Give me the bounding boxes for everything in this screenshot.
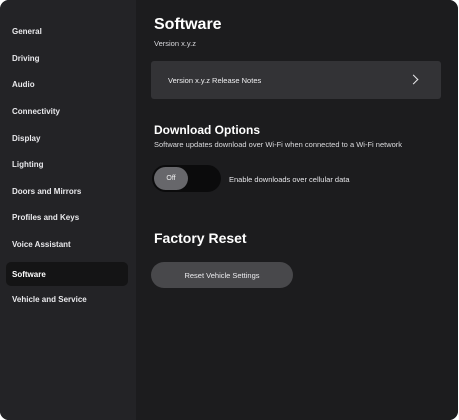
sidebar-item-label: Audio [12, 79, 35, 89]
toggle-knob: Off [154, 167, 188, 190]
sidebar-item-label: Software [12, 269, 46, 279]
sidebar-item-driving[interactable]: Driving [6, 46, 128, 70]
sidebar-item-label: General [12, 26, 42, 36]
sidebar-item-general[interactable]: General [6, 19, 128, 43]
sidebar-item-software[interactable]: Software [6, 262, 128, 286]
sidebar-item-profiles-and-keys[interactable]: Profiles and Keys [6, 205, 128, 229]
software-version: Version x.y.z [154, 39, 196, 48]
sidebar-item-audio[interactable]: Audio [6, 72, 128, 96]
chevron-right-icon [408, 74, 419, 85]
sidebar-item-label: Doors and Mirrors [12, 186, 82, 196]
sidebar-item-label: Display [12, 133, 41, 143]
sidebar-item-label: Driving [12, 53, 40, 63]
software-panel: Software Version x.y.z Version x.y.z Rel… [136, 0, 458, 420]
download-options-description: Software updates download over Wi-Fi whe… [154, 140, 403, 149]
sidebar-item-label: Lighting [12, 159, 44, 169]
sidebar-item-label: Vehicle and Service [12, 294, 87, 304]
reset-vehicle-settings-button[interactable]: Reset Vehicle Settings [151, 262, 293, 288]
sidebar-item-voice-assistant[interactable]: Voice Assistant [6, 232, 128, 256]
sidebar-item-display[interactable]: Display [6, 126, 128, 150]
cellular-download-label: Enable downloads over cellular data [229, 175, 350, 184]
settings-window: General Driving Audio Connectivity Displ… [0, 0, 458, 420]
sidebar-item-connectivity[interactable]: Connectivity [6, 99, 128, 123]
release-notes-label: Version x.y.z Release Notes [168, 75, 262, 85]
sidebar-item-label: Voice Assistant [12, 239, 71, 249]
download-options-heading: Download Options [154, 123, 260, 137]
sidebar-item-vehicle-and-service[interactable]: Vehicle and Service [6, 287, 128, 311]
cellular-download-toggle[interactable]: Off [152, 165, 221, 192]
sidebar-item-label: Connectivity [12, 106, 61, 116]
sidebar-item-doors-and-mirrors[interactable]: Doors and Mirrors [6, 179, 128, 203]
release-notes-row[interactable]: Version x.y.z Release Notes [151, 61, 441, 99]
toggle-state-label: Off [166, 175, 176, 182]
sidebar: General Driving Audio Connectivity Displ… [0, 0, 136, 420]
sidebar-item-lighting[interactable]: Lighting [6, 152, 128, 176]
factory-reset-heading: Factory Reset [154, 230, 247, 246]
reset-button-label: Reset Vehicle Settings [184, 270, 260, 280]
sidebar-item-label: Profiles and Keys [12, 212, 80, 222]
page-title: Software [154, 16, 222, 33]
